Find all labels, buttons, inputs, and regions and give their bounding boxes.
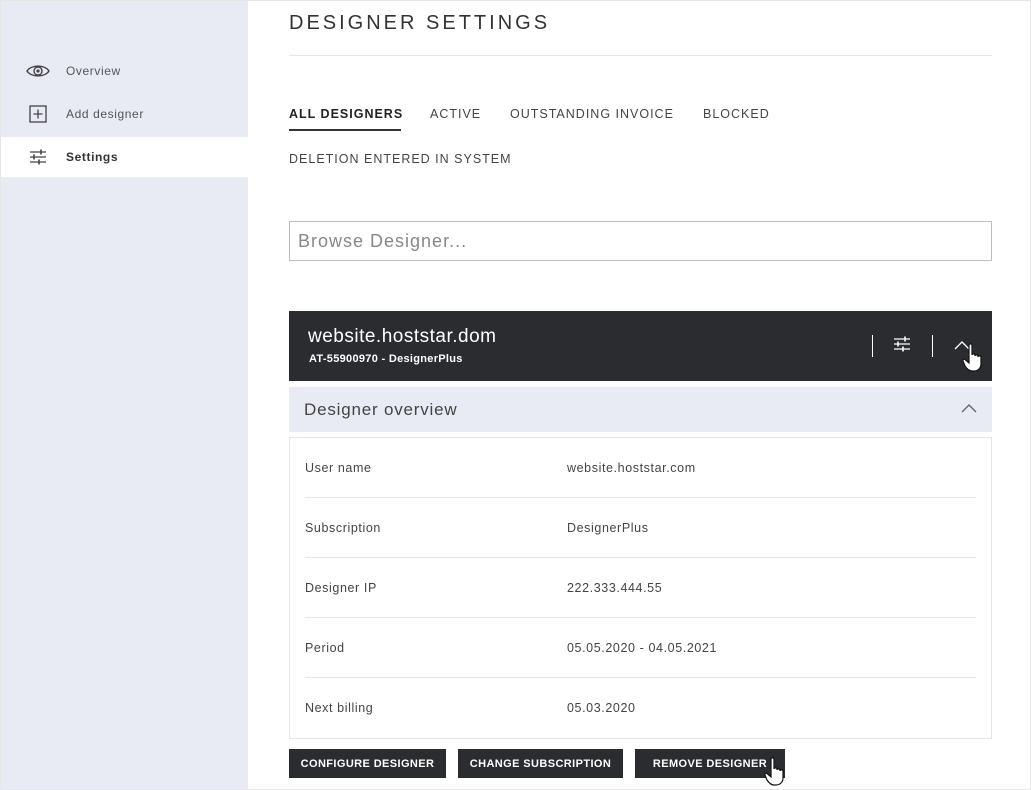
chevron-up-icon xyxy=(960,400,978,418)
sidebar-item-label: Overview xyxy=(66,64,121,78)
sidebar-item-overview[interactable]: Overview xyxy=(1,51,248,91)
detail-value: 222.333.444.55 xyxy=(567,581,663,595)
section-title: Designer overview xyxy=(304,400,458,419)
detail-row: Subscription DesignerPlus xyxy=(305,498,976,558)
sidebar-item-label: Settings xyxy=(66,150,119,164)
detail-value: 05.03.2020 xyxy=(567,701,636,715)
tab-outstanding-invoice[interactable]: OUTSTANDING INVOICE xyxy=(510,107,674,121)
designer-details: User name website.hoststar.com Subscript… xyxy=(289,437,992,739)
detail-label: Subscription xyxy=(305,521,381,535)
sliders-icon xyxy=(25,147,51,167)
sidebar-item-label: Add designer xyxy=(66,107,144,121)
designer-overview-header[interactable]: Designer overview xyxy=(289,387,992,432)
detail-label: Next billing xyxy=(305,701,374,715)
collapse-card-button[interactable] xyxy=(949,335,975,357)
eye-icon xyxy=(25,61,51,81)
designer-subtitle: AT-55900970 - DesignerPlus xyxy=(309,353,463,365)
configure-designer-button[interactable]: CONFIGURE DESIGNER xyxy=(289,749,446,778)
sidebar-item-add-designer[interactable]: Add designer xyxy=(1,94,248,134)
settings-button[interactable] xyxy=(889,335,915,357)
detail-row: Next billing 05.03.2020 xyxy=(305,678,976,738)
divider xyxy=(932,335,933,357)
detail-label: Designer IP xyxy=(305,581,377,595)
sliders-icon xyxy=(893,336,911,357)
plus-square-icon xyxy=(25,104,51,124)
detail-value: 05.05.2020 - 04.05.2021 xyxy=(567,641,718,655)
title-divider xyxy=(289,55,992,56)
designer-card-header: website.hoststar.dom AT-55900970 - Desig… xyxy=(289,311,992,381)
divider xyxy=(872,335,873,357)
detail-value: DesignerPlus xyxy=(567,521,649,535)
detail-row: Designer IP 222.333.444.55 xyxy=(305,558,976,618)
sidebar-item-settings[interactable]: Settings xyxy=(1,137,248,177)
detail-row: User name website.hoststar.com xyxy=(305,438,976,498)
search-input[interactable] xyxy=(289,221,992,261)
change-subscription-button[interactable]: CHANGE SUBSCRIPTION xyxy=(458,749,623,778)
remove-designer-button[interactable]: REMOVE DESIGNER xyxy=(635,749,785,778)
detail-row: Period 05.05.2020 - 04.05.2021 xyxy=(305,618,976,678)
chevron-up-icon xyxy=(954,337,970,355)
detail-label: Period xyxy=(305,641,345,655)
tab-active[interactable]: ACTIVE xyxy=(430,107,481,121)
page-title: DESIGNER SETTINGS xyxy=(289,12,551,34)
active-tab-underline xyxy=(289,129,401,131)
sidebar: Overview Add designer Settings xyxy=(1,1,248,789)
main-content: DESIGNER SETTINGS ALL DESIGNERS ACTIVE O… xyxy=(289,0,992,790)
designer-host: website.hoststar.dom xyxy=(308,326,497,347)
tab-all-designers[interactable]: ALL DESIGNERS xyxy=(289,107,403,121)
tab-deletion-entered[interactable]: DELETION ENTERED IN SYSTEM xyxy=(289,152,512,166)
tab-blocked[interactable]: BLOCKED xyxy=(703,107,770,121)
detail-value: website.hoststar.com xyxy=(567,461,696,475)
detail-label: User name xyxy=(305,461,372,475)
